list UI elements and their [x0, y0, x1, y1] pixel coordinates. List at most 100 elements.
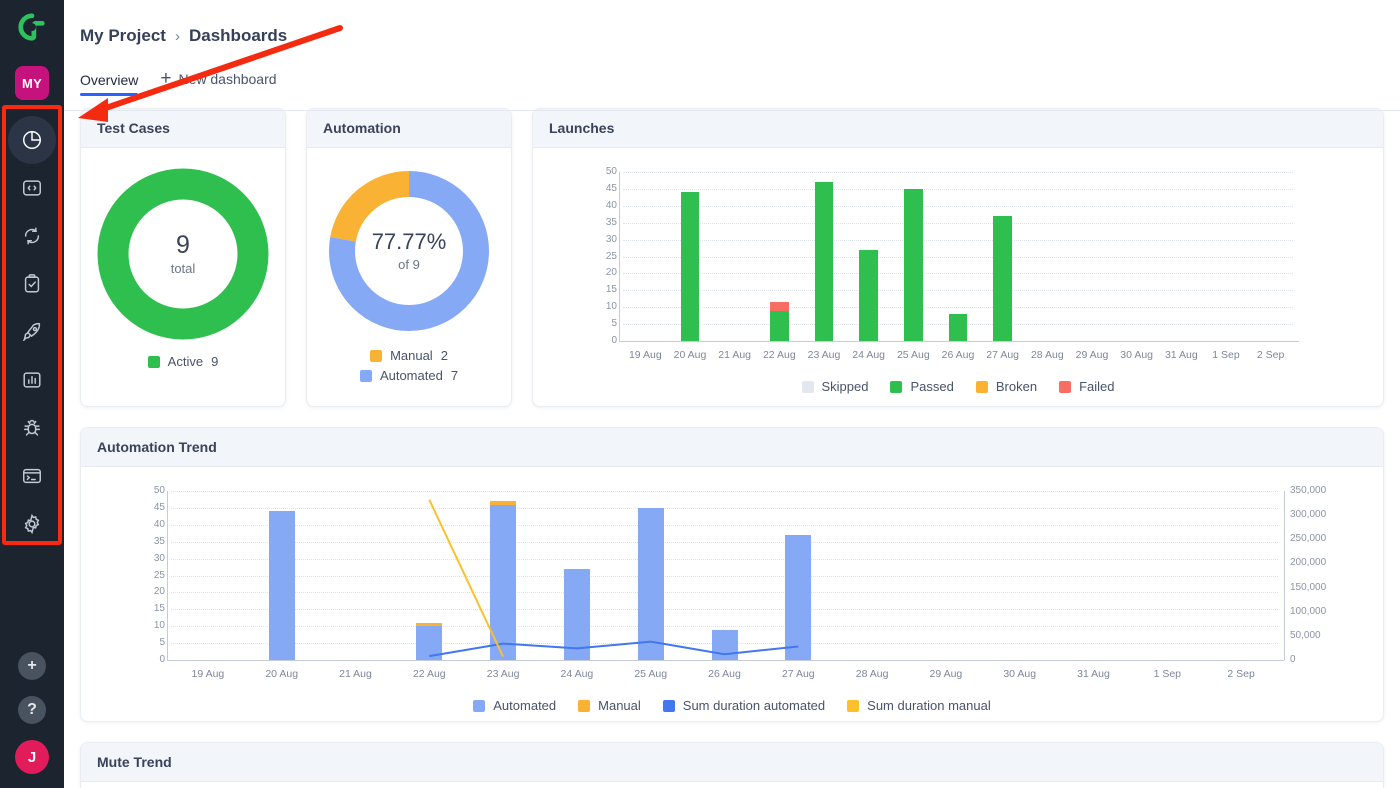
- chart-bar[interactable]: [859, 249, 879, 341]
- y-axis-tick: 0: [611, 335, 617, 346]
- x-axis-tick: 28 Aug: [855, 668, 889, 680]
- chart-line[interactable]: [429, 640, 799, 658]
- card-mute-trend: Mute Trend: [80, 742, 1384, 788]
- x-axis-tick: 23 Aug: [807, 349, 841, 361]
- automation-trend-chart[interactable]: 0 5 10 15 20 25 30 35 40 45 50 0 50,000 100,000 150,00…: [91, 481, 1373, 686]
- bar-chart-icon: [23, 372, 41, 388]
- legend-swatch: [890, 380, 903, 393]
- sidebar-item-defects[interactable]: [8, 404, 56, 452]
- x-axis-tick: 25 Aug: [634, 668, 668, 680]
- main-content: My Project › Dashboards Overview + New d…: [64, 0, 1400, 788]
- legend-item[interactable]: Broken: [975, 379, 1037, 394]
- chart-bar[interactable]: [948, 313, 968, 341]
- sidebar-item-test-runs[interactable]: [8, 212, 56, 260]
- x-axis-tick: 24 Aug: [560, 668, 594, 680]
- breadcrumb-project[interactable]: My Project: [80, 26, 166, 46]
- automation-percent-of: of 9: [398, 256, 420, 272]
- sync-icon: [24, 227, 40, 245]
- help-button[interactable]: ?: [18, 696, 46, 724]
- x-axis-tick: 19 Aug: [191, 668, 225, 680]
- legend-item[interactable]: Manual 2: [370, 348, 448, 363]
- automation-donut[interactable]: 77.77% of 9: [326, 168, 492, 334]
- test-cases-donut-center: 9 total: [97, 168, 269, 340]
- chart-bar[interactable]: [680, 192, 700, 341]
- x-axis-tick: 21 Aug: [339, 668, 372, 680]
- y-axis-tick: 30: [605, 233, 617, 245]
- x-axis-tick: 22 Aug: [762, 349, 796, 361]
- legend-value-automated: 7: [450, 368, 459, 383]
- user-avatar[interactable]: J: [15, 740, 49, 774]
- chart-bar[interactable]: [993, 215, 1013, 341]
- test-cases-donut[interactable]: 9 total: [97, 168, 269, 340]
- automation-percent-value: 77.77%: [371, 229, 447, 255]
- legend-label-active: Active: [167, 354, 204, 369]
- gridline: [623, 188, 1293, 190]
- legend-label: Passed: [910, 379, 954, 394]
- test-cases-donut-wrap: 9 total: [91, 168, 275, 340]
- x-axis-tick: 1 Sep: [1153, 668, 1182, 680]
- test-cases-legend: Active 9: [91, 354, 275, 369]
- legend-item[interactable]: Manual: [578, 698, 641, 713]
- automation-legend: Manual 2 Automated 7: [317, 348, 501, 383]
- launches-chart[interactable]: 0 5 10 15 20 25 30 35 40 45 50 19 Aug 20 Aug 21 Aug 22…: [543, 162, 1373, 367]
- sidebar-item-test-plans[interactable]: [8, 260, 56, 308]
- tab-new-dashboard[interactable]: + New dashboard: [160, 69, 276, 96]
- card-test-cases-body: 9 total Active 9: [81, 148, 285, 381]
- gridline: [623, 273, 1293, 275]
- sidebar-item-test-cases[interactable]: [8, 164, 56, 212]
- legend-swatch-manual: [370, 349, 383, 362]
- sidebar-item-console[interactable]: [8, 452, 56, 500]
- x-axis-tick: 27 Aug: [781, 668, 815, 680]
- chart-bar[interactable]: [814, 182, 834, 341]
- card-automation: Automation 77.77% of 9 Manual 2 Automate…: [306, 108, 512, 407]
- card-launches: Launches 0 5 10 15 20 25 30 35 40 45 50 19 Aug 20 Au…: [532, 108, 1384, 407]
- automation-donut-wrap: 77.77% of 9: [317, 168, 501, 334]
- automation-donut-center: 77.77% of 9: [326, 168, 492, 334]
- legend-swatch: [847, 699, 860, 712]
- gridline: [623, 290, 1293, 292]
- breadcrumb-separator-icon: ›: [174, 27, 180, 45]
- add-button[interactable]: +: [18, 652, 46, 680]
- x-axis-tick: 29 Aug: [1075, 349, 1109, 361]
- dashboard-tabs: Overview + New dashboard: [80, 64, 1400, 96]
- sidebar-item-launches[interactable]: [8, 308, 56, 356]
- x-axis-tick: 20 Aug: [265, 668, 299, 680]
- gear-icon: [24, 513, 40, 535]
- legend-item[interactable]: Sum duration manual: [847, 698, 991, 713]
- chart-bar[interactable]: [769, 302, 789, 311]
- x-axis-tick: 1 Sep: [1212, 349, 1240, 361]
- legend-item[interactable]: Active 9: [147, 354, 218, 369]
- app-root: MY + ? J My Project › Dashboards Overvie…: [0, 0, 1400, 788]
- gridline: [623, 222, 1293, 224]
- legend-item[interactable]: Passed: [890, 379, 954, 394]
- sidebar-item-dashboards[interactable]: [8, 116, 56, 164]
- chart-bar[interactable]: [903, 188, 923, 341]
- legend-item[interactable]: Automated 7: [359, 368, 459, 383]
- legend-swatch-automated: [359, 369, 372, 382]
- y-axis-tick: 35: [605, 216, 617, 228]
- legend-item[interactable]: Skipped: [801, 379, 868, 394]
- x-axis-tick: 26 Aug: [941, 349, 975, 361]
- legend-item[interactable]: Failed: [1059, 379, 1114, 394]
- project-badge[interactable]: MY: [15, 66, 49, 100]
- x-axis-tick: 2 Sep: [1227, 668, 1255, 680]
- x-axis-tick: 22 Aug: [412, 668, 446, 680]
- x-axis-line: [619, 341, 1299, 342]
- chart-line[interactable]: [428, 499, 505, 658]
- sidebar-item-settings[interactable]: [8, 500, 56, 548]
- sidebar-item-analytics[interactable]: [8, 356, 56, 404]
- dashboard-row-mute: Mute Trend: [80, 742, 1384, 788]
- legend-item[interactable]: Sum duration automated: [662, 698, 825, 713]
- tab-overview[interactable]: Overview: [80, 72, 139, 96]
- terminal-icon: [23, 468, 41, 484]
- card-automation-title: Automation: [307, 109, 511, 148]
- chart-bar[interactable]: [769, 310, 789, 341]
- card-launches-title: Launches: [533, 109, 1383, 148]
- legend-swatch: [801, 380, 814, 393]
- app-logo[interactable]: [0, 0, 64, 56]
- gridline: [623, 256, 1293, 258]
- y-axis-tick: 50: [605, 166, 617, 177]
- gridline: [623, 307, 1293, 309]
- legend-item[interactable]: Automated: [473, 698, 556, 713]
- x-axis-tick: 19 Aug: [628, 349, 662, 361]
